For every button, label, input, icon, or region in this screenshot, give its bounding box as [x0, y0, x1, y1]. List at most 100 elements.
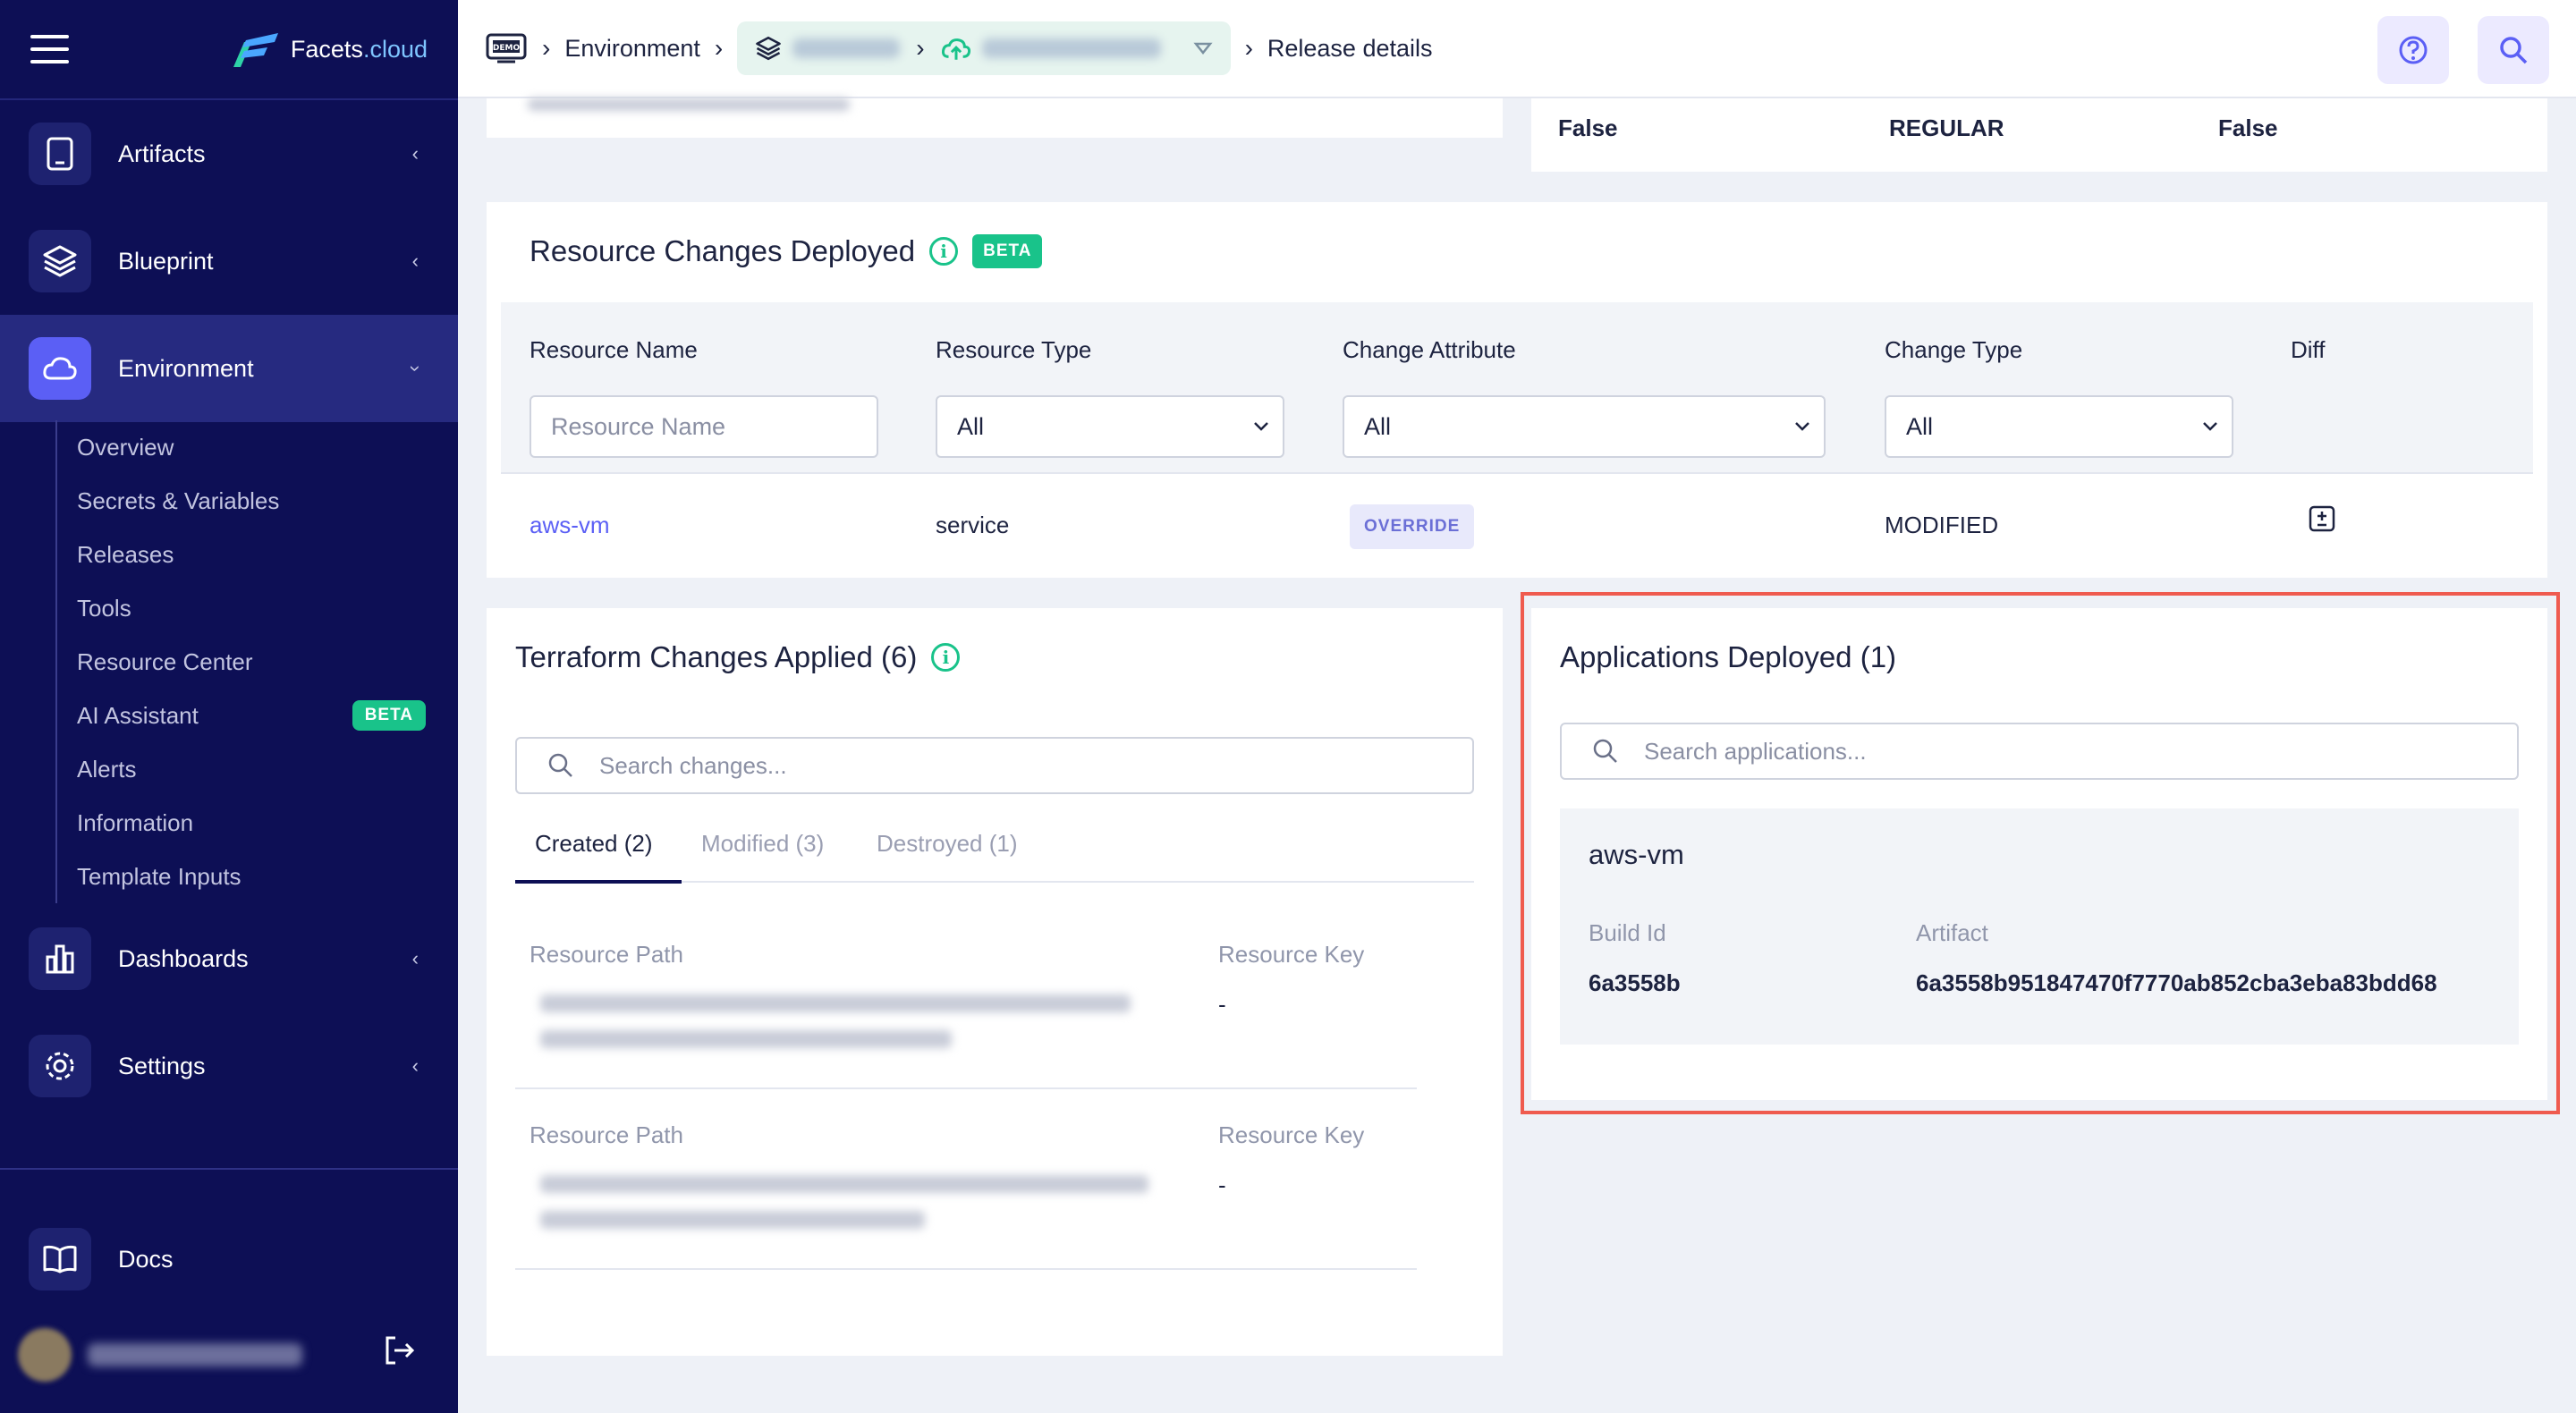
resource-key-value: - [1218, 1172, 1226, 1198]
logout-icon[interactable] [381, 1333, 417, 1368]
subnav-item-information[interactable]: Information [57, 796, 431, 850]
tab-destroyed[interactable]: Destroyed (1) [877, 830, 1018, 858]
resource-path-label: Resource Path [530, 941, 683, 968]
nav-docs[interactable]: Docs [0, 1206, 458, 1313]
active-tab-indicator [515, 880, 682, 884]
dropdown-triangle-icon [1192, 42, 1213, 55]
chevron-down-icon [1795, 422, 1809, 431]
nav-dashboards[interactable]: Dashboards ‹ [0, 905, 458, 1012]
demo-monitor-icon[interactable]: DEMO [485, 32, 528, 64]
nav-artifacts[interactable]: Artifacts ‹ [0, 100, 458, 207]
search-icon [548, 753, 572, 777]
chevron-right-icon: › [542, 34, 551, 62]
chevron-down-icon [2203, 422, 2217, 431]
avatar [18, 1328, 72, 1382]
user-profile[interactable] [18, 1324, 438, 1386]
override-badge: OVERRIDE [1350, 504, 1475, 549]
chevron-left-icon: ‹ [411, 947, 419, 969]
diff-icon[interactable] [2308, 504, 2336, 533]
nav-label: Environment [118, 354, 254, 382]
value-false-2: False [2218, 114, 2278, 141]
resource-type-select[interactable]: All [936, 395, 1284, 458]
nav-label: Dashboards [118, 944, 249, 972]
resource-key-label: Resource Key [1218, 1121, 1365, 1148]
blurred-resource-path [540, 1211, 925, 1229]
blurred-project-name [792, 38, 901, 58]
beta-badge: BETA [972, 234, 1043, 268]
blurred-resource-path [540, 1030, 952, 1048]
change-attribute-select[interactable]: All [1343, 395, 1826, 458]
row-divider [515, 1268, 1417, 1270]
resource-link-aws-vm[interactable]: aws-vm [530, 512, 610, 539]
cloud-upload-icon [941, 38, 970, 60]
subnav-item-overview[interactable]: Overview [57, 420, 431, 474]
row-divider [515, 1087, 1417, 1089]
blurred-resource-path [540, 994, 1131, 1012]
resource-type-value: service [936, 512, 1010, 538]
chevron-right-icon: › [714, 34, 724, 62]
terraform-changes-panel: Terraform Changes Applied (6) i Search c… [487, 608, 1503, 1356]
subnav-item-template-inputs[interactable]: Template Inputs [57, 850, 431, 903]
subnav-item-releases[interactable]: Releases [57, 528, 431, 581]
subnav-item-secrets[interactable]: Secrets & Variables [57, 474, 431, 528]
svg-text:DEMO: DEMO [493, 44, 521, 53]
logo[interactable]: Facets.cloud [225, 31, 428, 67]
blurred-text [528, 98, 850, 111]
breadcrumb-environment[interactable]: Environment [564, 35, 700, 63]
subnav-item-resource-center[interactable]: Resource Center [57, 635, 431, 689]
blurred-resource-path [540, 1175, 1148, 1193]
help-button[interactable] [2377, 16, 2449, 84]
resource-name-filter-input[interactable]: Resource Name [530, 395, 878, 458]
value-false-1: False [1558, 114, 1618, 141]
column-header-change-type: Change Type [1885, 336, 2023, 363]
change-type-value: MODIFIED [1885, 512, 1999, 538]
breadcrumb-env-selector[interactable]: › [737, 21, 1231, 75]
nav-label: Artifacts [118, 140, 206, 167]
tablet-icon [29, 123, 91, 185]
tab-created[interactable]: Created (2) [535, 830, 653, 858]
logo-text: Facets.cloud [290, 35, 428, 63]
column-header-resource-type: Resource Type [936, 336, 1092, 363]
resource-key-label: Resource Key [1218, 941, 1365, 968]
nav-environment[interactable]: Environment › [0, 315, 458, 422]
top-left-panel-partial [487, 98, 1503, 138]
blurred-environment-name [981, 38, 1161, 58]
resource-key-value: - [1218, 991, 1226, 1018]
chevron-left-icon: ‹ [411, 250, 419, 272]
terraform-search-input[interactable]: Search changes... [515, 737, 1474, 794]
chevron-down-icon: › [404, 365, 428, 372]
nav-label: Docs [118, 1245, 174, 1273]
highlight-box [1521, 592, 2560, 1114]
search-button[interactable] [2478, 16, 2549, 84]
column-header-resource-name: Resource Name [530, 336, 698, 363]
user-name-blurred [88, 1343, 302, 1366]
info-icon[interactable]: i [929, 237, 959, 266]
column-header-change-attribute: Change Attribute [1343, 336, 1516, 363]
search-icon [2500, 37, 2528, 64]
sidebar: Facets.cloud Artifacts ‹ Blueprint ‹ Env… [0, 0, 458, 1413]
sidebar-divider [0, 1168, 458, 1170]
nav-label: Blueprint [118, 247, 214, 275]
nav-settings[interactable]: Settings ‹ [0, 1012, 458, 1120]
cloud-icon [29, 337, 91, 400]
info-icon[interactable]: i [931, 643, 961, 672]
environment-subnav: Overview Secrets & Variables Releases To… [55, 420, 431, 903]
layers-icon [29, 230, 91, 292]
change-type-select[interactable]: All [1885, 395, 2233, 458]
bar-chart-icon [29, 927, 91, 990]
nav-blueprint[interactable]: Blueprint ‹ [0, 207, 458, 315]
tab-modified[interactable]: Modified (3) [701, 830, 824, 858]
nav-label: Settings [118, 1052, 206, 1079]
tabs-divider [682, 881, 1474, 883]
beta-badge: BETA [352, 700, 426, 731]
chevron-right-icon: › [1244, 34, 1253, 62]
chevron-left-icon: ‹ [411, 1054, 419, 1077]
help-icon [2399, 36, 2428, 64]
chevron-down-icon [1254, 422, 1268, 431]
row-divider [501, 472, 2533, 474]
hamburger-menu-icon[interactable] [30, 35, 69, 63]
subnav-item-ai-assistant[interactable]: AI Assistant BETA [57, 689, 431, 742]
subnav-item-tools[interactable]: Tools [57, 581, 431, 635]
subnav-item-alerts[interactable]: Alerts [57, 742, 431, 796]
resource-changes-title: Resource Changes Deployed i BETA [530, 234, 1043, 268]
